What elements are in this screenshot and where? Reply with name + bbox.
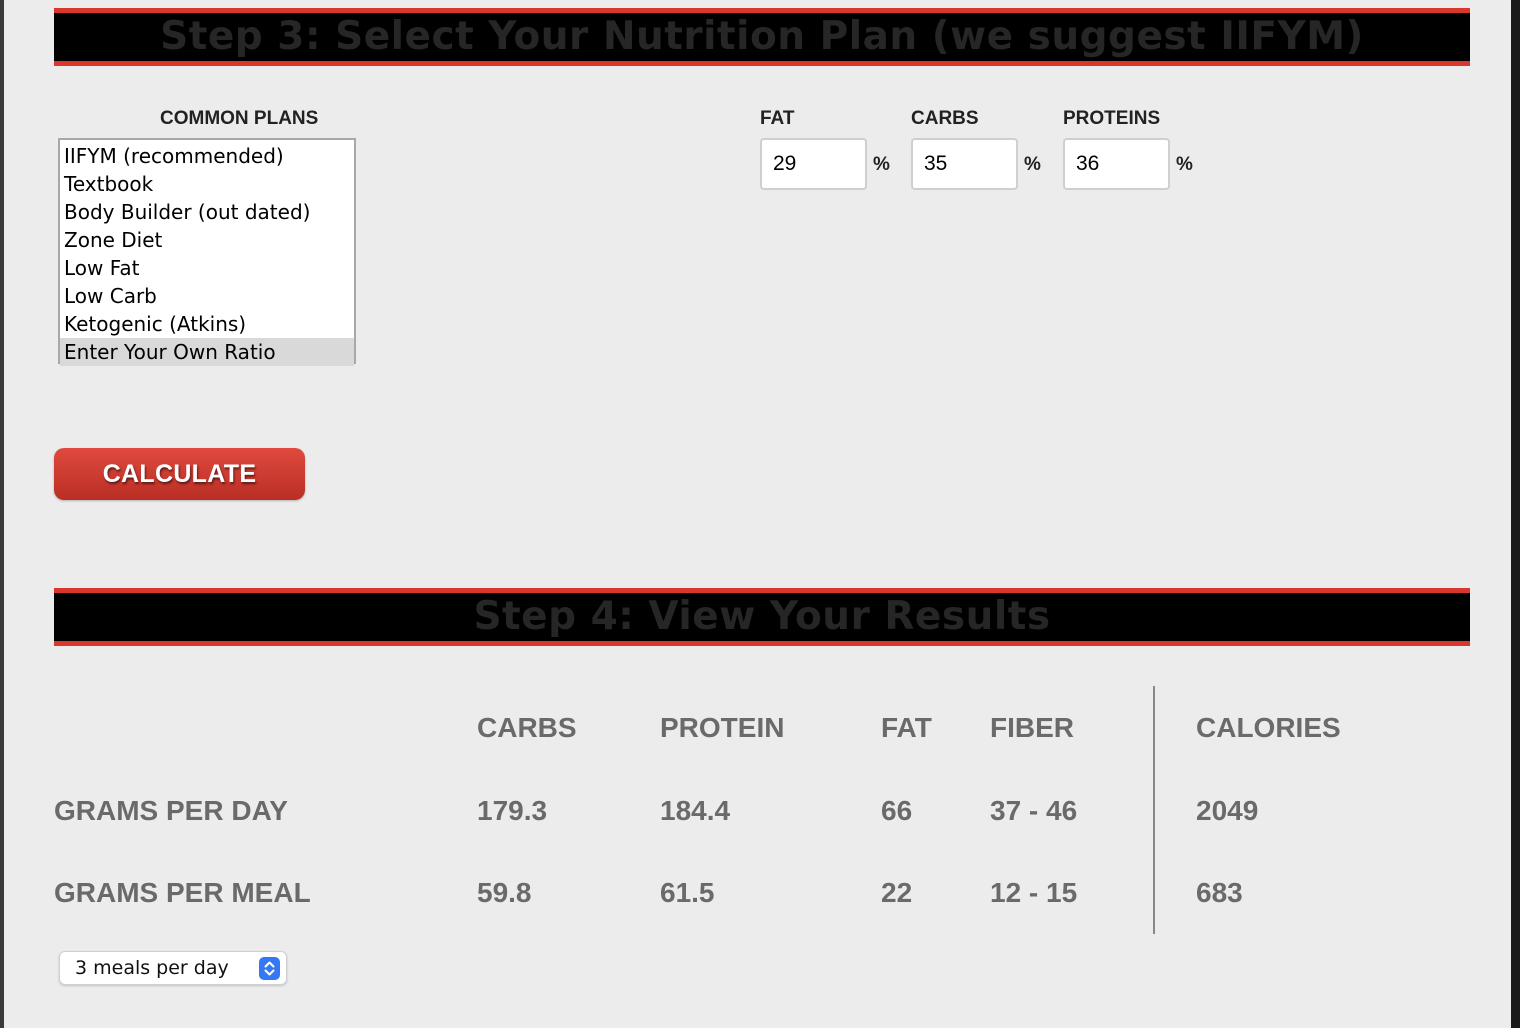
plan-option-iifym[interactable]: IIFYM (recommended) <box>60 142 354 170</box>
window-edge-left <box>0 0 4 1028</box>
plan-option-custom-ratio[interactable]: Enter Your Own Ratio <box>60 338 354 366</box>
per-day-fat-value: 66 <box>881 795 913 826</box>
per-meal-fiber-value: 12 - 15 <box>990 877 1078 908</box>
common-plans-label: COMMON PLANS <box>160 108 319 129</box>
plan-option-low-fat[interactable]: Low Fat <box>60 254 354 282</box>
calculate-button[interactable]: CALCULATE <box>54 448 305 500</box>
per-meal-calories-value: 683 <box>1196 877 1243 908</box>
results-header-fat: FAT <box>881 712 932 743</box>
step4-banner: Step 4: View Your Results <box>54 588 1470 646</box>
step3-banner: Step 3: Select Your Nutrition Plan (we s… <box>54 8 1470 66</box>
proteins-percent-sign: % <box>1176 154 1193 175</box>
fat-label: FAT <box>760 108 795 129</box>
row-label-grams-per-day: GRAMS PER DAY <box>54 795 288 826</box>
per-day-calories-value: 2049 <box>1196 795 1259 826</box>
results-header-carbs: CARBS <box>477 712 577 743</box>
plan-option-body-builder[interactable]: Body Builder (out dated) <box>60 198 354 226</box>
carbs-percent-sign: % <box>1024 154 1041 175</box>
results-header-fiber: FIBER <box>990 712 1074 743</box>
common-plans-listbox[interactable]: IIFYM (recommended) Textbook Body Builde… <box>58 138 356 366</box>
per-day-carbs-value: 179.3 <box>477 795 548 826</box>
per-meal-carbs-value: 59.8 <box>477 877 532 908</box>
carbs-percent-input[interactable] <box>911 138 1018 190</box>
plan-option-low-carb[interactable]: Low Carb <box>60 282 354 310</box>
calories-column-divider <box>1153 686 1155 934</box>
window-edge-right <box>1511 0 1520 1028</box>
per-meal-protein-value: 61.5 <box>660 877 715 908</box>
per-meal-fat-value: 22 <box>881 877 913 908</box>
proteins-label: PROTEINS <box>1063 108 1161 129</box>
fat-percent-input[interactable] <box>760 138 867 190</box>
stepper-chevrons-icon <box>259 957 280 980</box>
per-day-fiber-value: 37 - 46 <box>990 795 1078 826</box>
row-label-grams-per-meal: GRAMS PER MEAL <box>54 877 311 908</box>
proteins-percent-input[interactable] <box>1063 138 1170 190</box>
per-day-protein-value: 184.4 <box>660 795 731 826</box>
meals-per-day-value: 3 meals per day <box>75 957 229 979</box>
plan-option-textbook[interactable]: Textbook <box>60 170 354 198</box>
fat-percent-sign: % <box>873 154 890 175</box>
results-header-protein: PROTEIN <box>660 712 785 743</box>
results-header-calories: CALORIES <box>1196 712 1341 743</box>
plan-option-zone-diet[interactable]: Zone Diet <box>60 226 354 254</box>
plan-option-ketogenic[interactable]: Ketogenic (Atkins) <box>60 310 354 338</box>
carbs-label: CARBS <box>911 108 979 129</box>
meals-per-day-select[interactable]: 3 meals per day <box>59 951 287 985</box>
